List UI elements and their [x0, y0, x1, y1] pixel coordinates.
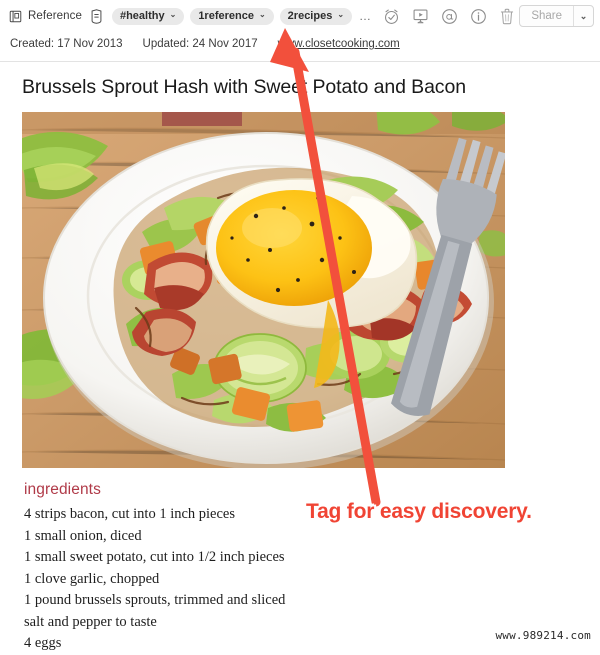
- updated-date: Updated: 24 Nov 2017: [143, 38, 258, 50]
- chevron-down-icon[interactable]: ⌄: [170, 11, 177, 19]
- chevron-down-icon[interactable]: ⌄: [337, 11, 344, 19]
- list-item: 1 clove garlic, chopped: [24, 569, 444, 591]
- list-item: 1 small onion, diced: [24, 526, 444, 548]
- tag-pill-1reference[interactable]: 1reference ⌄: [190, 8, 273, 25]
- chevron-down-icon[interactable]: ⌄: [259, 11, 266, 19]
- tag-pill-2recipes-label: 2recipes: [288, 10, 333, 22]
- watermark: www.989214.com: [495, 629, 591, 642]
- note-metadata-row: Created: 17 Nov 2013 Updated: 24 Nov 201…: [10, 38, 400, 50]
- list-item: 4 strips bacon, cut into 1 inch pieces: [24, 504, 444, 526]
- book-reference-icon: [6, 7, 24, 25]
- recipe-photo-illustration: [22, 112, 505, 468]
- tag-icon[interactable]: [88, 7, 106, 25]
- chevron-down-icon[interactable]: ⌄: [574, 6, 593, 26]
- tags-overflow-button[interactable]: …: [359, 9, 372, 23]
- note-title: Brussels Sprout Hash with Sweet Potato a…: [22, 76, 466, 99]
- tag-pill-2recipes[interactable]: 2recipes ⌄: [280, 8, 352, 25]
- list-item: 1 small sweet potato, cut into 1/2 inch …: [24, 547, 444, 569]
- annotation-icon[interactable]: [440, 7, 458, 25]
- tag-pill-healthy-label: #healthy: [120, 10, 165, 22]
- recipe-photo: [22, 112, 505, 468]
- header-divider: [0, 61, 600, 62]
- created-date: Created: 17 Nov 2013: [10, 38, 123, 50]
- tag-pill-healthy[interactable]: #healthy ⌄: [112, 8, 184, 25]
- presentation-icon[interactable]: [411, 7, 429, 25]
- reminder-alarm-icon[interactable]: [382, 7, 400, 25]
- reference-notebook-button[interactable]: Reference: [6, 7, 82, 25]
- tag-pill-1reference-label: 1reference: [198, 10, 254, 22]
- ingredients-list: 4 strips bacon, cut into 1 inch pieces 1…: [24, 504, 444, 655]
- ingredients-heading: ingredients: [24, 481, 101, 499]
- share-button[interactable]: Share: [520, 6, 573, 26]
- list-item: 1 pound brussels sprouts, trimmed and sl…: [24, 590, 444, 612]
- note-toolbar: Reference #healthy ⌄ 1reference ⌄ 2recip…: [0, 0, 600, 32]
- toolbar-left-group: Reference #healthy ⌄ 1reference ⌄ 2recip…: [6, 7, 373, 25]
- source-url-link[interactable]: www.closetcooking.com: [278, 38, 400, 50]
- trash-icon[interactable]: [498, 7, 516, 25]
- share-button-group[interactable]: Share ⌄: [519, 5, 594, 27]
- info-icon[interactable]: [469, 7, 487, 25]
- reference-label: Reference: [28, 10, 82, 22]
- toolbar-action-icons: [382, 7, 516, 25]
- list-item: salt and pepper to taste: [24, 612, 444, 634]
- list-item: 4 eggs: [24, 633, 444, 655]
